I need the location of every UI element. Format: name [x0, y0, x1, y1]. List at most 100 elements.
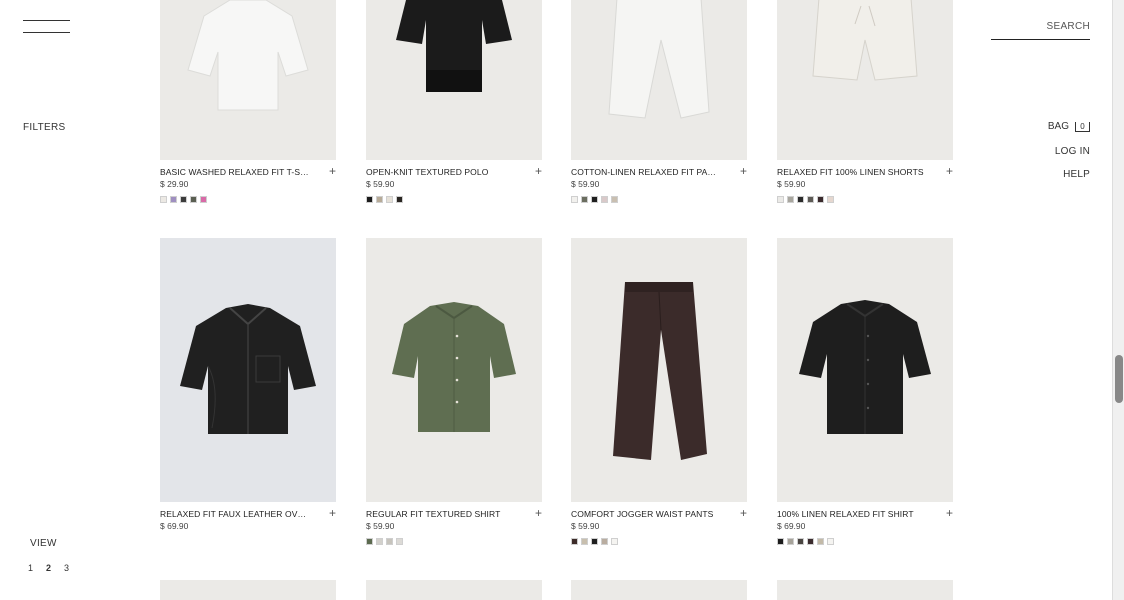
- product-card: COTTON-LINEN RELAXED FIT PANTS + $ 59.90: [571, 0, 747, 203]
- color-swatch[interactable]: [777, 538, 784, 545]
- color-swatch[interactable]: [787, 538, 794, 545]
- product-card: RELAXED FIT 100% LINEN SHORTS + $ 59.90: [777, 0, 953, 203]
- bag-button[interactable]: BAG 0: [1048, 121, 1090, 132]
- product-card: BASIC WASHED RELAXED FIT T-SHIRT + $ 29.90: [160, 0, 336, 203]
- color-swatch[interactable]: [777, 196, 784, 203]
- add-to-bag-plus-icon[interactable]: +: [946, 164, 953, 178]
- color-swatch[interactable]: [797, 538, 804, 545]
- color-swatch[interactable]: [797, 196, 804, 203]
- product-name[interactable]: COMFORT JOGGER WAIST PANTS: [571, 509, 721, 519]
- menu-hamburger-icon[interactable]: [23, 20, 70, 34]
- color-swatch[interactable]: [601, 196, 608, 203]
- product-image[interactable]: [366, 0, 542, 160]
- product-name[interactable]: 100% LINEN RELAXED FIT SHIRT: [777, 509, 927, 519]
- product-image[interactable]: [777, 238, 953, 502]
- color-swatch[interactable]: [787, 196, 794, 203]
- product-card: RELAXED FIT FAUX LEATHER OVERSHIRT + $ 69.…: [160, 238, 336, 531]
- color-swatch[interactable]: [396, 538, 403, 545]
- color-swatch[interactable]: [807, 538, 814, 545]
- color-swatch[interactable]: [180, 196, 187, 203]
- color-swatch[interactable]: [591, 196, 598, 203]
- color-swatch[interactable]: [611, 196, 618, 203]
- filters-button[interactable]: FILTERS: [23, 122, 65, 133]
- color-swatch[interactable]: [190, 196, 197, 203]
- product-card: 100% LINEN RELAXED FIT SHIRT + $ 69.90: [777, 238, 953, 545]
- color-swatch[interactable]: [571, 538, 578, 545]
- color-swatch[interactable]: [827, 196, 834, 203]
- product-info: COMFORT JOGGER WAIST PANTS + $ 59.90: [571, 506, 747, 545]
- product-image[interactable]: [160, 0, 336, 160]
- product-image[interactable]: [777, 0, 953, 160]
- add-to-bag-plus-icon[interactable]: +: [740, 164, 747, 178]
- product-info: REGULAR FIT TEXTURED SHIRT + $ 59.90: [366, 506, 542, 545]
- color-swatch[interactable]: [591, 538, 598, 545]
- product-name[interactable]: RELAXED FIT 100% LINEN SHORTS: [777, 167, 927, 177]
- view-options: 1 2 3: [28, 563, 69, 573]
- color-swatches: [366, 538, 542, 545]
- view-option-3[interactable]: 3: [64, 563, 69, 573]
- product-info: RELAXED FIT 100% LINEN SHORTS + $ 59.90: [777, 164, 953, 203]
- color-swatch[interactable]: [366, 196, 373, 203]
- product-image[interactable]: [366, 238, 542, 502]
- bag-count-badge: 0: [1075, 121, 1090, 132]
- view-selector: VIEW 1 2 3: [28, 538, 69, 573]
- product-price: $ 69.90: [160, 521, 189, 531]
- product-name[interactable]: BASIC WASHED RELAXED FIT T-SHIRT: [160, 167, 310, 177]
- color-swatch[interactable]: [376, 196, 383, 203]
- scrollbar-thumb[interactable]: [1115, 355, 1123, 403]
- color-swatch[interactable]: [601, 538, 608, 545]
- product-image[interactable]: [777, 580, 953, 600]
- product-image[interactable]: [160, 580, 336, 600]
- product-price: $ 59.90: [366, 179, 395, 189]
- color-swatches: [777, 196, 953, 203]
- color-swatch[interactable]: [571, 196, 578, 203]
- product-image[interactable]: [571, 580, 747, 600]
- color-swatch[interactable]: [170, 196, 177, 203]
- color-swatches: [571, 196, 747, 203]
- login-link[interactable]: LOG IN: [1055, 146, 1090, 157]
- color-swatch[interactable]: [160, 196, 167, 203]
- product-price: $ 59.90: [571, 179, 600, 189]
- product-name[interactable]: OPEN-KNIT TEXTURED POLO: [366, 167, 516, 177]
- product-name[interactable]: RELAXED FIT FAUX LEATHER OVERSHIRT: [160, 509, 310, 519]
- add-to-bag-plus-icon[interactable]: +: [329, 164, 336, 178]
- product-image[interactable]: [160, 238, 336, 502]
- color-swatches: [366, 196, 542, 203]
- product-price: $ 69.90: [777, 521, 806, 531]
- product-info: OPEN-KNIT TEXTURED POLO + $ 59.90: [366, 164, 542, 203]
- color-swatch[interactable]: [396, 196, 403, 203]
- color-swatch[interactable]: [386, 196, 393, 203]
- view-label: VIEW: [30, 538, 57, 549]
- help-link[interactable]: HELP: [1063, 169, 1090, 180]
- product-name[interactable]: COTTON-LINEN RELAXED FIT PANTS: [571, 167, 721, 177]
- product-name[interactable]: REGULAR FIT TEXTURED SHIRT: [366, 509, 516, 519]
- color-swatch[interactable]: [376, 538, 383, 545]
- color-swatch[interactable]: [200, 196, 207, 203]
- color-swatch[interactable]: [581, 196, 588, 203]
- color-swatch[interactable]: [611, 538, 618, 545]
- color-swatch[interactable]: [817, 538, 824, 545]
- add-to-bag-plus-icon[interactable]: +: [946, 506, 953, 520]
- color-swatch[interactable]: [807, 196, 814, 203]
- color-swatch[interactable]: [817, 196, 824, 203]
- search-input[interactable]: SEARCH: [991, 21, 1090, 40]
- add-to-bag-plus-icon[interactable]: +: [535, 506, 542, 520]
- product-info: COTTON-LINEN RELAXED FIT PANTS + $ 59.90: [571, 164, 747, 203]
- view-option-2[interactable]: 2: [46, 563, 51, 573]
- add-to-bag-plus-icon[interactable]: +: [740, 506, 747, 520]
- product-price: $ 59.90: [571, 521, 600, 531]
- add-to-bag-plus-icon[interactable]: +: [329, 506, 336, 520]
- scrollbar[interactable]: [1112, 0, 1124, 600]
- product-price: $ 59.90: [777, 179, 806, 189]
- color-swatch[interactable]: [386, 538, 393, 545]
- color-swatch[interactable]: [581, 538, 588, 545]
- product-image[interactable]: [571, 238, 747, 502]
- product-card: COMFORT JOGGER WAIST PANTS + $ 59.90: [571, 238, 747, 545]
- color-swatch[interactable]: [827, 538, 834, 545]
- view-option-1[interactable]: 1: [28, 563, 33, 573]
- product-image[interactable]: [571, 0, 747, 160]
- color-swatch[interactable]: [366, 538, 373, 545]
- product-image[interactable]: [366, 580, 542, 600]
- product-card: OPEN-KNIT TEXTURED POLO + $ 59.90: [366, 0, 542, 203]
- add-to-bag-plus-icon[interactable]: +: [535, 164, 542, 178]
